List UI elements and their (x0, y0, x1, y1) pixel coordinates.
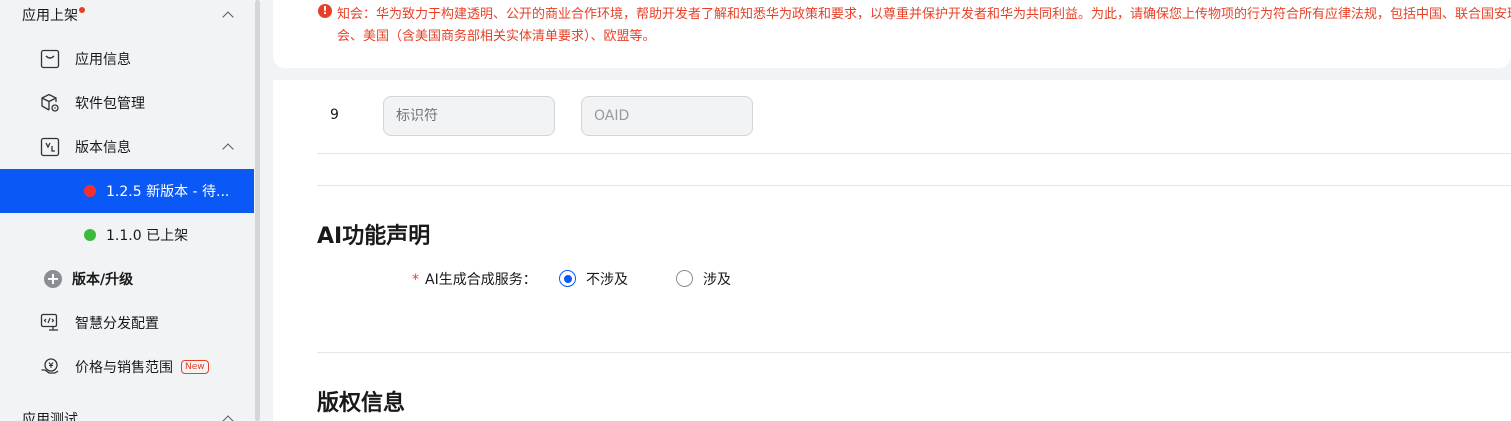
radio-label-not-involved[interactable]: 不涉及 (586, 269, 628, 289)
package-gear-icon (40, 93, 60, 113)
row-index: 9 (330, 107, 339, 123)
section-app-test[interactable]: 应用测试 (0, 397, 254, 421)
version-doc-icon (40, 137, 60, 157)
new-badge: New (181, 360, 209, 374)
section-title: 应用测试 (22, 412, 78, 421)
sidebar-item-version-current[interactable]: 1.2.5 新版本 - 待... (0, 169, 254, 213)
status-dot-pending (84, 185, 96, 197)
copyright-section-title: 版权信息 (317, 391, 406, 416)
version-label: 1.1.0 已上架 (106, 228, 189, 244)
ai-section-title: AI功能声明 (317, 224, 431, 249)
notice-text: 知会：华为致力于构建透明、公开的商业合作环境，帮助开发者了解和知悉华为政策和要求… (337, 7, 1511, 44)
required-mark: * (412, 272, 419, 288)
chevron-up-icon[interactable] (222, 143, 234, 155)
smart-distribution-icon (40, 313, 60, 333)
sidebar-item-version-published[interactable]: 1.1.0 已上架 (0, 213, 254, 257)
chevron-up-icon[interactable] (222, 11, 234, 23)
divider (317, 352, 1511, 353)
sidebar: 应用上架 应用信息 软件包管理 版本信息 1.2.5 新版本 - 待... 1.… (0, 0, 254, 421)
status-dot-live (84, 229, 96, 241)
radio-involved[interactable] (676, 270, 693, 287)
sidebar-item-package-mgmt[interactable]: 软件包管理 (0, 81, 254, 125)
chevron-up-icon[interactable] (222, 415, 234, 421)
section-title: 应用上架 (0, 5, 85, 25)
section-app-release[interactable]: 应用上架 (0, 0, 254, 37)
radio-not-involved[interactable] (559, 270, 576, 287)
ai-service-label: * AI生成合成服务： (412, 272, 537, 288)
main-form-card: 9 AI功能声明 *AI生成合成服务： 不涉及 涉及 版权信息 (273, 80, 1511, 421)
exclamation-icon: ! (318, 4, 332, 18)
app-info-icon (40, 49, 60, 69)
sidebar-scrollbar-thumb[interactable] (255, 0, 260, 421)
divider (317, 185, 1511, 186)
sidebar-item-label: 版本/升级 (72, 272, 134, 288)
notification-dot (79, 7, 85, 13)
radio-label-involved[interactable]: 涉及 (703, 269, 731, 289)
compliance-notice: ! 知会：华为致力于构建透明、公开的商业合作环境，帮助开发者了解和知悉华为政策和… (273, 0, 1511, 68)
sidebar-item-version-upgrade[interactable]: + 版本/升级 (0, 257, 254, 301)
pricing-hand-icon (40, 357, 60, 377)
sidebar-item-label: 智慧分发配置 (75, 316, 159, 332)
divider (317, 153, 1511, 154)
sidebar-item-label: 应用信息 (75, 52, 131, 68)
identifier-input[interactable] (383, 96, 555, 136)
add-circle-icon: + (44, 270, 62, 288)
sidebar-item-version-info[interactable]: 版本信息 (0, 125, 254, 169)
oaid-input[interactable] (581, 96, 753, 136)
sidebar-item-pricing[interactable]: 价格与销售范围 New (0, 345, 254, 389)
version-label: 1.2.5 新版本 - 待... (106, 184, 230, 200)
sidebar-item-label: 软件包管理 (75, 96, 145, 112)
sidebar-item-app-info[interactable]: 应用信息 (0, 37, 254, 81)
sidebar-item-smart-distribution[interactable]: 智慧分发配置 (0, 301, 254, 345)
sidebar-item-label: 价格与销售范围 New (75, 357, 209, 377)
sidebar-item-label: 版本信息 (75, 140, 131, 156)
